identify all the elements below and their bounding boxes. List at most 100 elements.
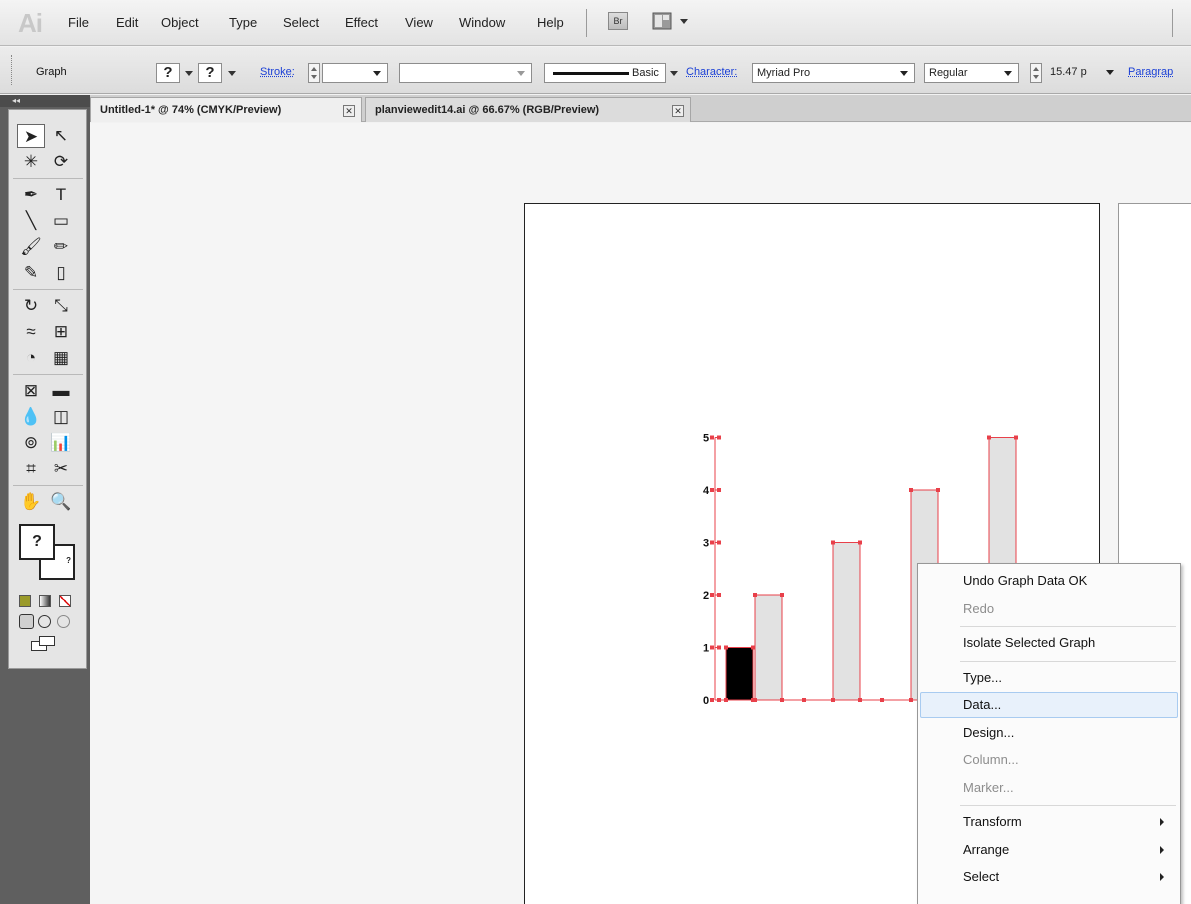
draw-normal-icon[interactable] [19,614,34,629]
anchor-point[interactable] [710,540,714,545]
workspace-switcher-button[interactable] [652,12,692,30]
fill-swatch[interactable]: ? [156,63,180,83]
graph-bar[interactable] [725,647,754,701]
context-menu-item-design[interactable]: Design... [920,720,1178,746]
scale-icon[interactable]: ⤡ [47,294,75,318]
draw-behind-icon[interactable] [38,615,51,628]
line-segment-icon[interactable]: ╲ [17,209,45,233]
context-menu-item-type[interactable]: Type... [920,665,1178,691]
gradient-icon[interactable]: ▬ [47,379,75,403]
pencil-icon[interactable]: ✏ [47,235,75,259]
variable-width-profile-field[interactable] [399,63,532,83]
context-menu-item-select[interactable]: Select [920,864,1178,890]
anchor-point[interactable] [1014,435,1018,440]
menu-effect[interactable]: Effect [345,15,378,30]
close-icon[interactable]: ✕ [343,105,355,117]
draw-inside-icon[interactable] [57,615,70,628]
anchor-point[interactable] [909,488,913,492]
anchor-point[interactable] [710,593,714,597]
anchor-point[interactable] [753,698,757,702]
direct-selection-icon[interactable]: ↖ [47,124,75,148]
menu-edit[interactable]: Edit [116,15,138,30]
anchor-point[interactable] [717,540,721,545]
mesh-icon[interactable]: ⊠ [17,379,45,403]
anchor-point[interactable] [717,593,721,597]
anchor-point[interactable] [717,488,721,492]
rotate-icon[interactable]: ↻ [17,294,45,318]
brush-dropdown-icon[interactable] [670,71,678,76]
font-size-field[interactable]: 15.47 p [1046,63,1120,83]
stroke-panel-link[interactable]: Stroke: [260,66,295,78]
menu-file[interactable]: File [68,15,89,30]
anchor-point[interactable] [717,435,721,440]
menu-type[interactable]: Type [229,15,257,30]
magic-wand-icon[interactable]: ✳ [17,150,45,174]
color-icon[interactable] [19,595,31,607]
artboard-icon[interactable]: ⌗ [17,457,45,481]
context-menu-item-data[interactable]: Data... [920,692,1178,718]
fill-indicator[interactable]: ? [19,524,55,560]
anchor-point[interactable] [858,698,862,702]
column-graph-icon[interactable]: 📊 [47,431,75,455]
anchor-point[interactable] [936,488,940,492]
anchor-point[interactable] [710,645,714,650]
slice-icon[interactable]: ✂ [47,457,75,481]
anchor-point[interactable] [717,645,721,650]
menu-select[interactable]: Select [283,15,319,30]
anchor-point[interactable] [987,435,991,440]
font-family-field[interactable]: Myriad Pro [752,63,915,83]
font-size-spinner[interactable] [1030,63,1042,83]
eraser-icon[interactable]: ▯ [47,261,75,285]
menu-view[interactable]: View [405,15,433,30]
paragraph-panel-link[interactable]: Paragrap [1128,66,1173,78]
stroke-swatch[interactable]: ? [198,63,222,83]
anchor-point[interactable] [802,698,806,702]
gradient-swatch-icon[interactable] [39,595,51,607]
graph-bar[interactable] [754,594,783,701]
color-mode-buttons[interactable] [19,594,79,608]
anchor-point[interactable] [751,645,755,650]
anchor-point[interactable] [753,593,757,597]
graph-bar[interactable] [832,542,861,701]
brush-definition-field[interactable]: Basic [544,63,666,83]
stroke-weight-field[interactable] [322,63,388,83]
pen-icon[interactable]: ✒ [17,183,45,207]
fill-stroke-widget[interactable]: ?? [19,524,79,584]
panel-grip-icon[interactable] [11,55,15,85]
screen-mode-icon[interactable] [31,636,57,652]
context-menu-item-redo[interactable]: Redo [920,596,1178,622]
anchor-point[interactable] [909,698,913,702]
document-tab-untitled[interactable]: Untitled-1* @ 74% (CMYK/Preview) ✕ [90,97,362,122]
paintbrush-icon[interactable]: 🖌 [17,235,45,259]
anchor-point[interactable] [780,698,784,702]
selection-arrow-icon[interactable]: ➤ [17,124,45,148]
anchor-point[interactable] [717,698,721,702]
anchor-point[interactable] [880,698,884,702]
perspective-grid-icon[interactable]: ▦ [47,346,75,370]
symbol-sprayer-icon[interactable]: ⊚ [17,431,45,455]
blend-icon[interactable]: ◫ [47,405,75,429]
stroke-weight-spinner[interactable] [308,63,320,83]
context-menu-item-column[interactable]: Column... [920,747,1178,773]
context-menu-item-undo-graph-data-ok[interactable]: Undo Graph Data OK [920,568,1178,594]
anchor-point[interactable] [710,488,714,492]
hand-icon[interactable]: ✋ [17,490,45,514]
font-style-field[interactable]: Regular [924,63,1019,83]
context-menu-item-transform[interactable]: Transform [920,809,1178,835]
bridge-button[interactable]: Br [608,12,628,30]
tools-panel-collapse[interactable]: ◂◂ [0,95,90,107]
context-menu-item-marker[interactable]: Marker... [920,775,1178,801]
anchor-point[interactable] [858,540,862,545]
menu-object[interactable]: Object [161,15,199,30]
stroke-dropdown-icon[interactable] [228,71,236,76]
eyedropper-icon[interactable]: 💧 [17,405,45,429]
anchor-point[interactable] [831,698,835,702]
zoom-icon[interactable]: 🔍 [47,490,75,514]
anchor-point[interactable] [724,645,728,650]
anchor-point[interactable] [724,698,728,702]
menu-window[interactable]: Window [459,15,505,30]
context-menu-item-isolate-selected-graph[interactable]: Isolate Selected Graph [920,630,1178,656]
shape-builder-icon[interactable]: ◔ [17,346,45,370]
type-icon[interactable]: T [47,183,75,207]
warp-icon[interactable]: ≈ [17,320,45,344]
